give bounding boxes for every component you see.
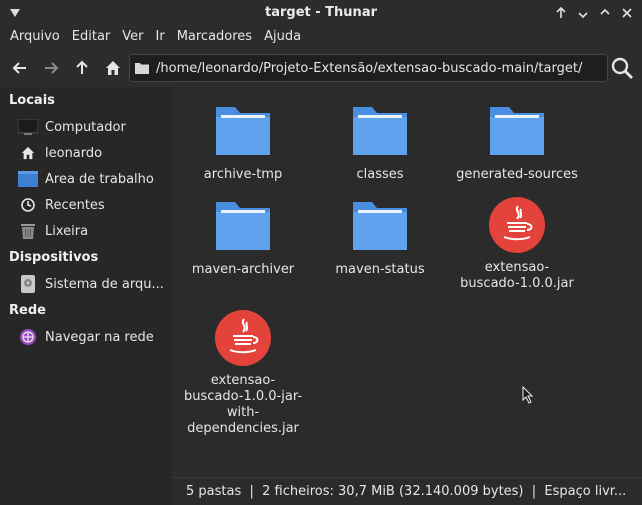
menu-ver[interactable]: Ver [116,27,149,49]
location-bar[interactable]: /home/leonardo/Projeto-Extensão/extensao… [129,54,608,82]
maximize-button[interactable] [598,4,612,22]
minimize-button[interactable] [576,4,590,22]
sidebar-item-label: Sistema de arqu... [45,276,164,292]
sidebar-item-label: Lixeira [45,223,89,239]
mouse-pointer-icon [522,386,534,404]
arrow-up-icon [76,60,88,74]
window-title: target - Thunar [265,5,377,20]
home-button[interactable] [102,57,124,79]
title-bar: target - Thunar [0,0,642,27]
menu-marcadores[interactable]: Marcadores [171,27,258,49]
menu-bar: Arquivo Editar Ver Ir Marcadores Ajuda [0,27,642,49]
folder-icon [353,202,407,250]
forward-button[interactable] [40,57,62,79]
arrow-up-icon [556,7,566,18]
folder-icon [135,63,149,74]
network-icon [18,328,38,346]
folder-icon [353,107,407,155]
sidebar-item-label: Navegar na rede [45,329,154,345]
sidebar-heading-dispositivos: Dispositivos [9,250,99,265]
computer-icon [18,118,38,136]
home-icon [18,144,38,162]
desktop-icon [18,170,38,188]
drive-icon [18,275,38,293]
sidebar-item-recentes[interactable]: Recentes [18,195,168,215]
menu-ir[interactable]: Ir [150,27,171,49]
sidebar-heading-locais: Locais [9,93,55,108]
status-text: 5 pastas | 2 ficheiros: 30,7 MiB (32.140… [186,484,627,499]
file-item-classes[interactable]: classes [315,101,445,183]
close-icon [622,8,632,18]
file-name: extensao- buscado-1.0.0.jar [460,260,574,291]
sidebar: Locais Computador leonardo Área de traba… [0,87,172,505]
folder-icon [216,202,270,250]
file-item-extensao-jar[interactable]: extensao- buscado-1.0.0.jar [452,194,582,292]
folder-icon [216,107,270,155]
sidebar-item-label: leonardo [45,145,103,161]
file-item-generated-sources[interactable]: generated-sources [452,101,582,183]
sidebar-item-leonardo[interactable]: leonardo [18,143,168,163]
sidebar-item-lixeira[interactable]: Lixeira [18,221,168,241]
search-icon [611,57,633,79]
file-name: maven-archiver [191,262,295,277]
menu-arquivo[interactable]: Arquivo [4,27,66,49]
sidebar-item-sistema-de-arquivos[interactable]: Sistema de arqu... [18,274,168,294]
sidebar-heading-rede: Rede [9,303,46,318]
sidebar-item-label: Área de trabalho [45,171,154,187]
menu-editar[interactable]: Editar [66,27,117,49]
status-bar: 5 pastas | 2 ficheiros: 30,7 MiB (32.140… [172,477,642,505]
location-path: /home/leonardo/Projeto-Extensão/extensao… [156,60,583,76]
arrow-right-icon [45,62,59,74]
maximize-icon [600,8,610,15]
sidebar-item-area-de-trabalho[interactable]: Área de trabalho [18,169,168,189]
java-jar-icon [215,310,271,366]
arrow-left-icon [12,62,26,74]
file-name: extensao- buscado-1.0.0-jar- with- depen… [183,373,303,436]
file-name: archive-tmp [203,167,283,182]
file-name: generated-sources [456,167,578,182]
toolbar: /home/leonardo/Projeto-Extensão/extensao… [0,49,642,87]
trash-icon [18,222,38,240]
file-view: archive-tmp classes generated-sources ma… [172,87,642,477]
java-jar-icon [489,197,545,253]
home-icon [106,61,120,75]
file-item-archive-tmp[interactable]: archive-tmp [178,101,308,183]
sidebar-item-label: Recentes [45,197,105,213]
file-item-extensao-jar-with-dependencies[interactable]: extensao- buscado-1.0.0-jar- with- depen… [178,307,308,437]
file-name: maven-status [335,262,425,277]
sidebar-item-label: Computador [45,119,126,135]
file-name: classes [356,167,404,182]
sidebar-item-computador[interactable]: Computador [18,117,168,137]
file-item-maven-status[interactable]: maven-status [315,196,445,278]
sidebar-item-navegar-na-rede[interactable]: Navegar na rede [18,327,168,347]
clock-icon [18,196,38,214]
parent-folder-button[interactable] [71,57,93,79]
minimize-icon [578,12,588,19]
close-button[interactable] [620,4,634,22]
folder-icon [490,107,544,155]
menu-ajuda[interactable]: Ajuda [258,27,307,49]
back-button[interactable] [9,57,31,79]
search-button[interactable] [610,56,634,80]
keep-above-button[interactable] [554,4,568,22]
file-item-maven-archiver[interactable]: maven-archiver [178,196,308,278]
